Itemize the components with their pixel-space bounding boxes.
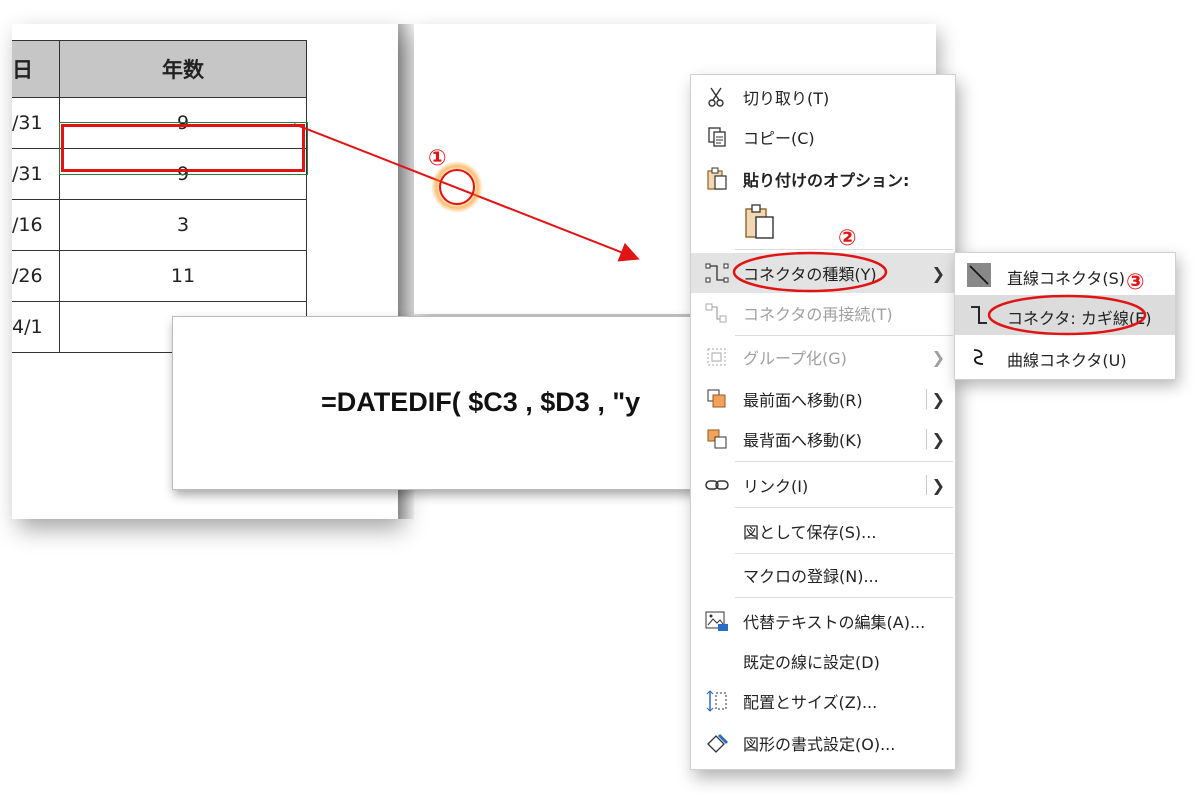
submenu-arrow-icon: ❯ xyxy=(931,263,945,283)
date-cell[interactable]: 4/1 xyxy=(12,302,60,353)
date-cell[interactable]: /16 xyxy=(12,200,60,251)
split-divider xyxy=(926,429,927,449)
menu-item-bring-to-front[interactable]: 最前面へ移動(R) ❯ xyxy=(691,379,955,419)
submenu-item-elbow[interactable]: コネクタ: カギ線(E) xyxy=(955,295,1175,335)
date-value: /16 xyxy=(12,214,43,236)
menu-item-label: 最背面へ移動(K) xyxy=(743,431,862,450)
submenu-item-label: コネクタ: カギ線(E) xyxy=(1007,309,1152,328)
header-years-label: 年数 xyxy=(162,58,204,82)
menu-item-label: 最前面へ移動(R) xyxy=(743,391,863,410)
menu-item-label: コネクタの再接続(T) xyxy=(743,305,893,324)
menu-item-group[interactable]: グループ化(G) ❯ xyxy=(691,337,955,377)
alt-text-icon xyxy=(705,609,729,633)
copy-icon xyxy=(705,125,729,149)
date-cell[interactable]: /31 xyxy=(12,98,60,149)
menu-separator xyxy=(735,507,953,508)
menu-item-label: マクロの登録(N)... xyxy=(743,567,879,586)
menu-item-label: 貼り付けのオプション: xyxy=(743,171,910,190)
menu-item-label: 既定の線に設定(D) xyxy=(743,653,880,672)
menu-item-send-to-back[interactable]: 最背面へ移動(K) ❯ xyxy=(691,419,955,459)
years-value: 3 xyxy=(176,214,190,236)
header-date-label: 日 xyxy=(12,58,33,82)
format-shape-icon xyxy=(705,731,729,755)
menu-item-edit-alt-text[interactable]: 代替テキストの編集(A)... xyxy=(691,601,955,641)
menu-separator xyxy=(735,335,953,336)
reroute-icon xyxy=(705,301,729,325)
menu-item-label: リンク(I) xyxy=(743,477,809,496)
curved-connector-icon xyxy=(967,345,991,369)
menu-item-label: 切り取り(T) xyxy=(743,89,830,108)
menu-item-connector-type[interactable]: コネクタの種類(Y) ❯ xyxy=(691,253,955,293)
years-cell[interactable]: 11 xyxy=(60,251,307,302)
date-cell[interactable]: /31 xyxy=(12,149,60,200)
date-value: /31 xyxy=(12,112,43,134)
menu-item-label: コピー(C) xyxy=(743,129,815,148)
elbow-connector-icon xyxy=(967,303,991,327)
bring-front-icon xyxy=(705,387,729,411)
submenu-item-label: 直線コネクタ(S) xyxy=(1007,269,1126,288)
menu-item-label: 代替テキストの編集(A)... xyxy=(743,613,926,632)
years-value: 11 xyxy=(170,265,196,287)
split-divider xyxy=(926,475,927,495)
menu-item-copy[interactable]: コピー(C) xyxy=(691,117,955,157)
header-years-cell[interactable]: 年数 xyxy=(60,40,307,98)
years-cell[interactable]: 3 xyxy=(60,200,307,251)
submenu-arrow-icon: ❯ xyxy=(931,429,945,449)
menu-item-label: 配置とサイズ(Z)... xyxy=(743,693,878,712)
menu-separator xyxy=(735,597,953,598)
send-back-icon xyxy=(705,427,729,451)
paste-icon xyxy=(705,167,729,191)
submenu-arrow-icon: ❯ xyxy=(931,347,945,367)
submenu-item-curved[interactable]: 曲線コネクタ(U) xyxy=(955,337,1175,377)
date-value: /31 xyxy=(12,163,43,185)
submenu-item-label: 曲線コネクタ(U) xyxy=(1007,351,1127,370)
date-cell[interactable]: /26 xyxy=(12,251,60,302)
context-menu: 切り取り(T) コピー(C) 貼り付けのオプション: コネクタの種類(Y) ❯ … xyxy=(690,74,956,770)
menu-item-label: 図形の書式設定(O)... xyxy=(743,735,896,754)
step-2-marker: ② xyxy=(838,226,857,251)
menu-item-label: コネクタの種類(Y) xyxy=(743,265,877,284)
menu-separator xyxy=(735,553,953,554)
menu-item-paste-options: 貼り付けのオプション: xyxy=(691,159,955,199)
menu-item-assign-macro[interactable]: マクロの登録(N)... xyxy=(691,555,955,595)
split-divider xyxy=(926,389,927,409)
connector-icon xyxy=(705,261,729,285)
menu-item-reconnect[interactable]: コネクタの再接続(T) xyxy=(691,293,955,333)
menu-item-label: グループ化(G) xyxy=(743,349,847,368)
date-value: /26 xyxy=(12,265,43,287)
link-icon xyxy=(705,473,729,497)
menu-item-cut[interactable]: 切り取り(T) xyxy=(691,77,955,117)
formula-textbox[interactable]: =DATEDIF( $C3 , $D3 , "y xyxy=(172,316,696,490)
header-date-cell[interactable]: 日 xyxy=(12,40,60,98)
paste-large-icon xyxy=(745,204,774,239)
submenu-arrow-icon: ❯ xyxy=(931,389,945,409)
step-1-marker: ① xyxy=(428,146,447,171)
menu-item-link[interactable]: リンク(I) ❯ xyxy=(691,465,955,505)
menu-item-label: 図として保存(S)... xyxy=(743,523,877,542)
straight-connector-icon xyxy=(967,263,991,287)
menu-item-size-position[interactable]: 配置とサイズ(Z)... xyxy=(691,681,955,721)
menu-separator xyxy=(735,461,953,462)
scissors-icon xyxy=(705,85,729,109)
step-3-marker: ③ xyxy=(1126,270,1145,295)
menu-item-save-as-picture[interactable]: 図として保存(S)... xyxy=(691,511,955,551)
menu-item-format-shape[interactable]: 図形の書式設定(O)... xyxy=(691,723,955,763)
date-value: 4/1 xyxy=(12,316,43,338)
size-icon xyxy=(705,689,729,713)
paste-button[interactable] xyxy=(743,203,779,243)
menu-item-set-default-line[interactable]: 既定の線に設定(D) xyxy=(691,641,955,681)
formula-text: =DATEDIF( $C3 , $D3 , "y xyxy=(321,387,641,417)
group-icon xyxy=(705,345,729,369)
submenu-arrow-icon: ❯ xyxy=(931,475,945,495)
selected-cell-highlight xyxy=(61,124,305,172)
